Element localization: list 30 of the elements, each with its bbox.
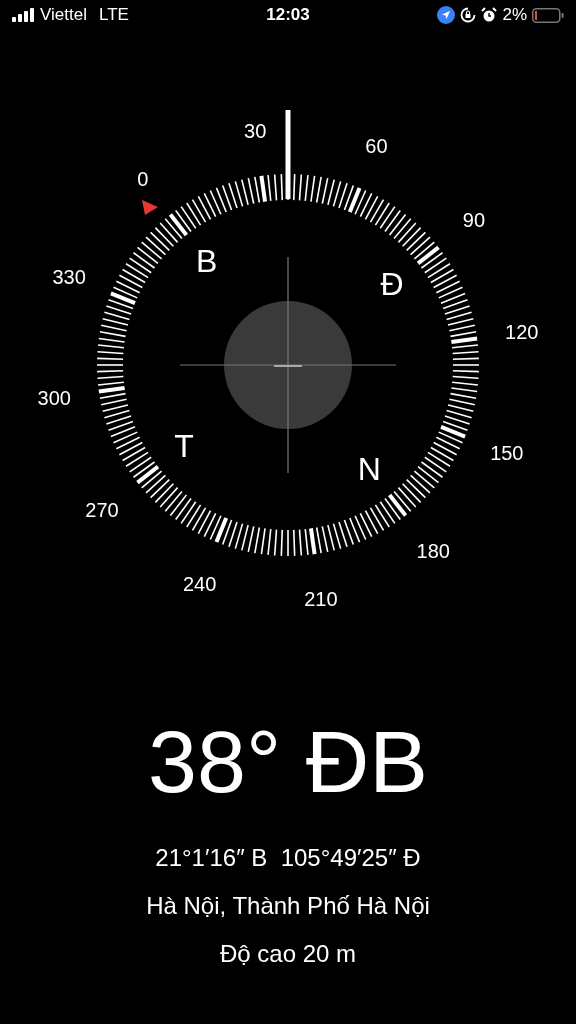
degree-label: 90 [462, 208, 486, 231]
degree-label: 60 [365, 135, 388, 158]
cardinal-label: N [357, 451, 381, 487]
degree-label: 120 [505, 321, 539, 344]
degree-label: 270 [85, 499, 119, 522]
degree-label: 210 [304, 587, 338, 610]
battery-percent: 2% [502, 4, 527, 27]
alarm-icon [481, 7, 498, 23]
degree-label: 180 [416, 539, 450, 562]
status-time: 12:03 [266, 4, 310, 27]
heading-reading: 38° ĐB [147, 712, 429, 812]
rotation-lock-icon [460, 7, 477, 23]
signal-icon [12, 8, 34, 22]
network-type: LTE [98, 4, 129, 27]
degree-label: 150 [490, 442, 524, 465]
location-icon [437, 6, 456, 24]
degree-label: 330 [52, 265, 86, 288]
degree-label: 300 [37, 386, 71, 409]
cardinal-label: B [196, 243, 218, 279]
cardinal-label: T [174, 428, 194, 465]
carrier-name: Viettel [40, 4, 87, 27]
coordinates-text: 21°1′16″ B 105°49′25″ Đ [155, 843, 421, 873]
north-pointer-icon [141, 197, 160, 216]
degree-label: 30 [244, 120, 267, 143]
altitude-text: Độ cao 20 m [219, 939, 357, 969]
degree-label: 240 [182, 572, 217, 595]
place-name: Hà Nội, Thành Phố Hà Nội [146, 891, 430, 921]
cardinal-label: Đ [380, 265, 404, 302]
battery-icon [532, 7, 564, 23]
degree-label: 0 [137, 168, 149, 191]
